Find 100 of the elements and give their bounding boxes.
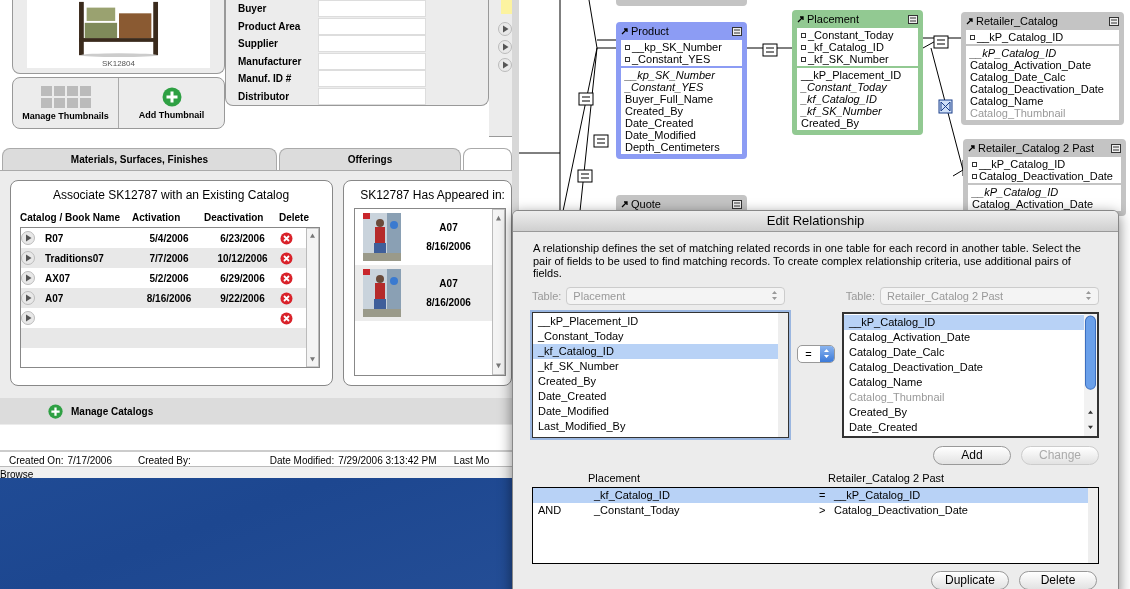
arrow-icon [621,200,629,208]
play-icon[interactable] [498,58,512,72]
dialog-button[interactable]: Delete [1019,570,1097,589]
field-item[interactable]: Created_By [844,404,1084,420]
collapse-icon[interactable] [1109,16,1119,26]
play-icon[interactable] [498,22,512,36]
field-item[interactable]: __kP_Catalog_ID [844,314,1084,330]
field-name: _Constant_Today [594,502,681,518]
catalog-date: 8/16/2006 [426,241,471,252]
dialog-title: Edit Relationship [513,211,1118,232]
collapse-icon[interactable] [732,199,742,209]
updown-icon [823,348,830,359]
field-item[interactable]: Date_Created [533,388,778,404]
tab[interactable]: Materials, Surfaces, Finishes [2,148,277,170]
delete-icon[interactable] [280,231,293,245]
field-item[interactable]: Catalog_Deactivation_Date [844,359,1084,375]
key-field: Catalog_Deactivation_Date [979,170,1113,182]
field-item[interactable]: _Constant_Today [533,328,778,344]
footer-value: 7/17/2006 [67,455,112,466]
plus-icon [48,403,63,419]
catalog-name: A07 [439,278,458,289]
equals-icon[interactable] [933,35,949,49]
table-cell-text: Traditions07 [45,252,105,264]
column-header: Placement [588,471,641,485]
criteria-row[interactable]: AND _Constant_Today > Catalog_Deactivation_Date [533,502,1088,518]
panel-title: Associate SK12787 with an Existing Catalog [51,188,291,202]
panel-title: SK12787 Has Appeared in: [359,188,506,202]
play-icon[interactable] [21,271,35,285]
field-item[interactable]: Date_Modified [533,403,778,419]
field-name: __kP_Placement_ID [801,69,903,81]
play-icon[interactable] [21,291,35,305]
field-name: _kf_Catalog_ID [594,487,671,503]
equals-icon[interactable] [762,43,778,57]
delete-icon[interactable] [280,291,293,305]
column-header: Catalog / Book Name [20,212,122,223]
conjunction: AND [538,502,563,518]
play-icon[interactable] [21,231,35,245]
field-name: Catalog_Activation_Date [970,59,1093,71]
play-icon[interactable] [21,311,35,325]
field-item[interactable]: __kP_Placement_ID [533,313,778,329]
column-header: Deactivation [204,212,265,223]
field-item[interactable]: Date_Created [844,419,1084,435]
field-name: Buyer_Full_Name [625,93,715,105]
collapse-icon[interactable] [1111,143,1121,153]
field-name: __kP_Catalog_ID [970,47,1058,59]
table-name: Retailer_Catalog 2 Past [978,142,1096,154]
table-name: Retailer_Catalog [976,15,1059,27]
delete-icon[interactable] [280,251,293,265]
delete-icon[interactable] [280,311,293,325]
key-field: _kf_Catalog_ID [808,41,884,53]
field-label: Distributor [238,90,291,102]
field-name: __kP_Catalog_ID [834,487,922,503]
delete-icon[interactable] [280,271,293,285]
field-item[interactable]: Last_Modified_By [533,418,778,434]
input-field[interactable] [318,17,426,35]
field-name: _kf_SK_Number [801,105,883,117]
collapse-icon[interactable] [908,14,918,24]
dialog-button[interactable]: Duplicate [931,570,1009,589]
thumbnail-button[interactable]: Add Thumbnail [118,78,224,128]
field-item[interactable]: Catalog_Name [844,374,1084,390]
table-cell-text: 9/22/2006 [219,292,266,304]
table-label: Table: [532,289,562,302]
table-cell-text: 8/16/2006 [145,292,193,304]
table-cell-text: R07 [45,232,65,244]
input-field[interactable] [318,52,426,70]
input-field[interactable] [318,70,426,88]
equals-icon[interactable] [577,169,593,183]
field-item[interactable]: _kf_Catalog_ID [533,343,778,359]
thumbnail-button[interactable]: Manage Thumbnails [13,78,118,128]
input-field[interactable] [318,87,426,105]
field-item[interactable]: _kf_SK_Number [533,358,778,374]
arrow-icon [621,27,629,35]
field-name: Catalog_Activation_Date [972,198,1095,210]
join-icon[interactable] [938,99,953,114]
operator-select[interactable]: = [796,344,835,363]
play-icon[interactable] [21,251,35,265]
field-name: _kf_Catalog_ID [801,93,878,105]
criteria-row[interactable]: _kf_Catalog_ID = __kP_Catalog_ID [533,487,1088,503]
field-name: __kp_SK_Number [625,69,716,81]
input-field[interactable] [318,0,426,18]
input-field[interactable] [318,35,426,53]
catalog-date: 8/16/2006 [426,297,471,308]
tab[interactable]: Offerings [279,148,461,170]
field-name: _Constant_YES [625,81,705,93]
field-label: Manuf. ID # [238,73,293,85]
dialog-button[interactable]: Add [933,445,1011,465]
arrow-icon [966,17,974,25]
play-icon[interactable] [498,40,512,54]
table-cell-text: 6/23/2006 [219,232,266,244]
manage-catalogs-button[interactable]: Manage Catalogs [48,403,154,419]
field-item[interactable]: Catalog_Date_Calc [844,344,1084,360]
field-item[interactable]: Created_By [533,373,778,389]
footer-label: Created On: [9,455,64,466]
equals-icon[interactable] [578,92,594,106]
table-name: Placement [807,13,860,25]
collapse-icon[interactable] [732,26,742,36]
table-name: Product [631,25,670,37]
field-item[interactable]: Catalog_Activation_Date [844,329,1084,345]
table-label: Table: [845,289,875,302]
grid-icon [40,85,91,108]
